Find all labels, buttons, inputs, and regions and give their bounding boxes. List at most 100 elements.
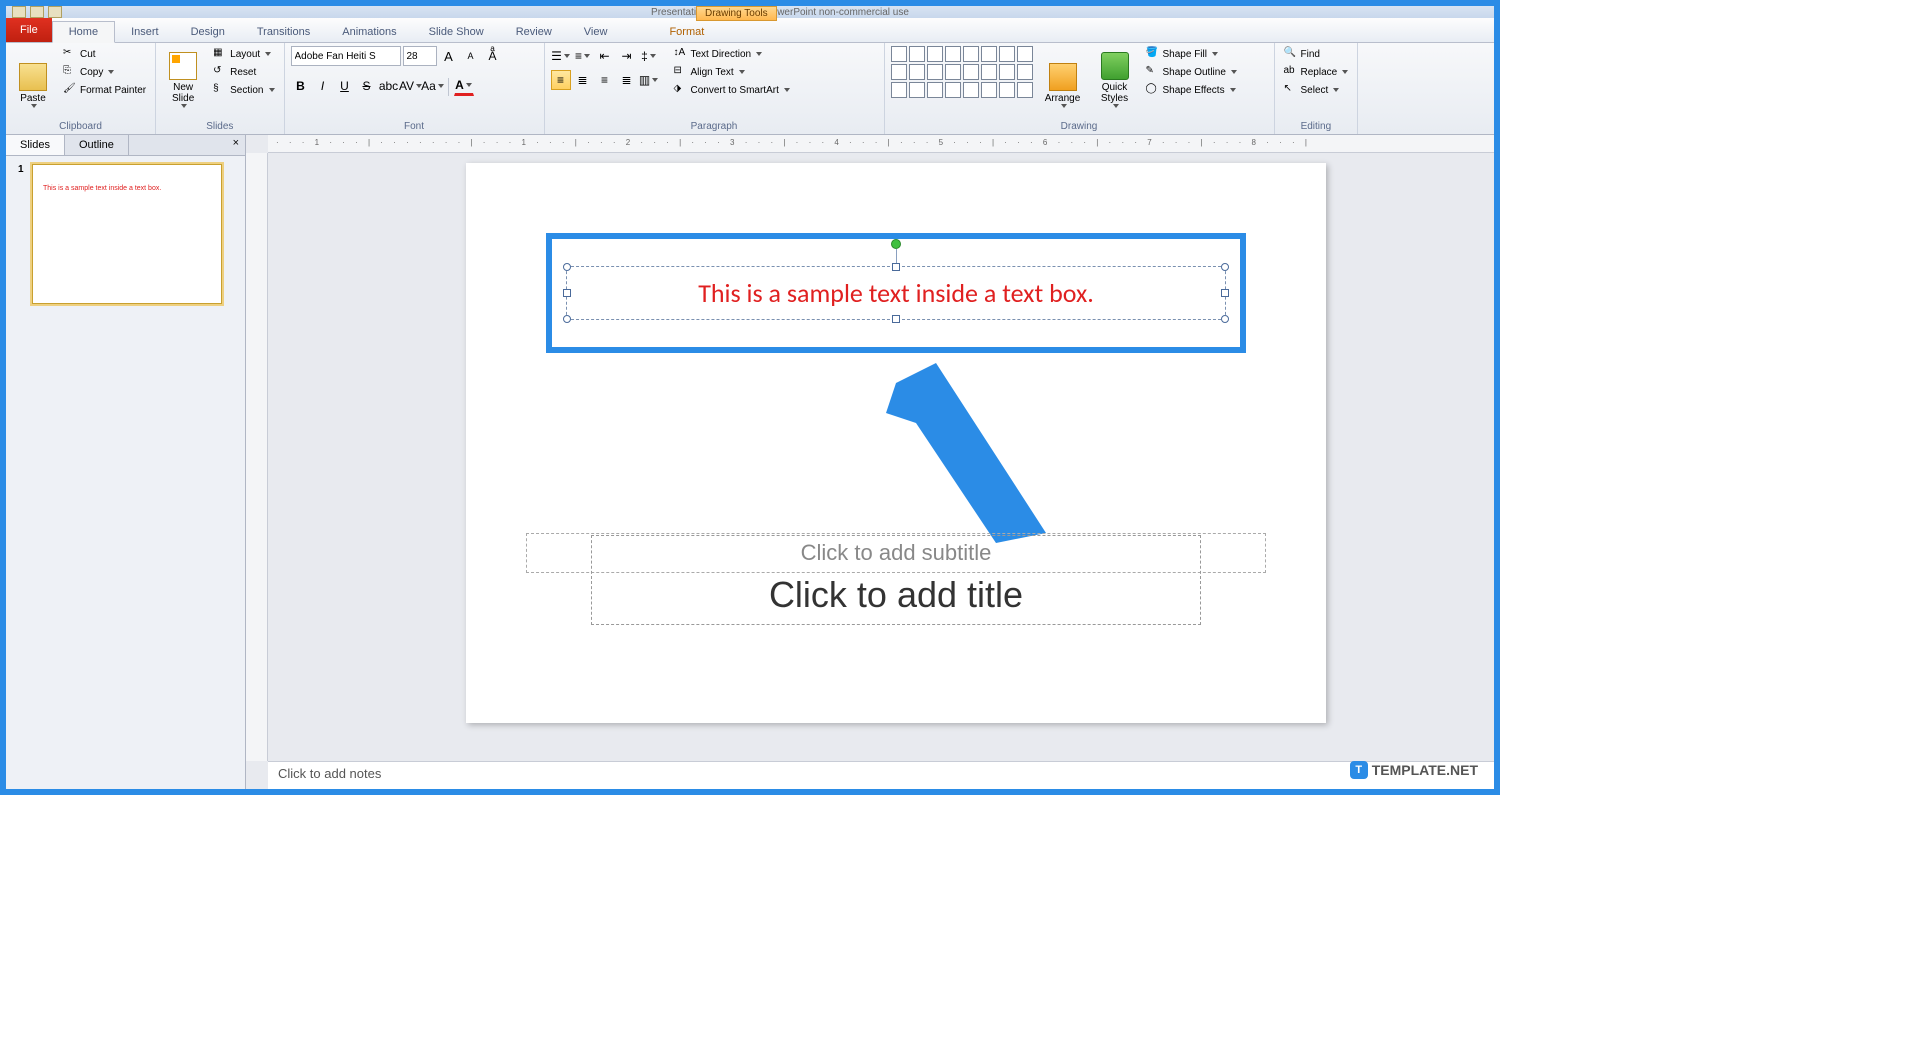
- char-spacing-button[interactable]: AV: [401, 76, 421, 96]
- tab-insert[interactable]: Insert: [115, 22, 175, 42]
- group-label: Drawing: [891, 119, 1268, 132]
- clear-formatting-button[interactable]: Aͣ: [483, 46, 503, 66]
- convert-smartart-button[interactable]: ⬗Convert to SmartArt: [671, 82, 793, 98]
- underline-button[interactable]: U: [335, 76, 355, 96]
- tab-format[interactable]: Format: [653, 22, 720, 42]
- group-font: A A Aͣ B I U S abc AV Aa A Font: [285, 43, 545, 134]
- effects-icon: ◯: [1146, 83, 1160, 97]
- context-tab-drawing-tools[interactable]: Drawing Tools: [696, 6, 777, 18]
- undo-icon[interactable]: [30, 6, 44, 18]
- ribbon-tabs: File Home Insert Design Transitions Anim…: [6, 18, 1494, 43]
- section-button[interactable]: §Section: [210, 82, 277, 98]
- group-label: Clipboard: [12, 119, 149, 132]
- vertical-ruler[interactable]: [246, 153, 268, 761]
- strikethrough-button[interactable]: S: [357, 76, 377, 96]
- columns-button[interactable]: ▥: [639, 70, 659, 90]
- tab-view[interactable]: View: [568, 22, 624, 42]
- thumb-text: This is a sample text inside a text box.: [43, 185, 211, 192]
- reset-button[interactable]: ↺Reset: [210, 64, 277, 80]
- paste-button[interactable]: Paste: [12, 46, 54, 110]
- arrange-icon: [1049, 63, 1077, 91]
- slide-thumbnail[interactable]: This is a sample text inside a text box.: [32, 164, 222, 304]
- increase-indent-button[interactable]: ⇥: [617, 46, 637, 66]
- align-left-button[interactable]: ≡: [551, 70, 571, 90]
- select-button[interactable]: ↖Select: [1281, 82, 1352, 98]
- font-name-select[interactable]: [291, 46, 401, 66]
- grow-font-button[interactable]: A: [439, 46, 459, 66]
- text-direction-icon: ↕A: [674, 47, 688, 61]
- group-drawing: Arrange Quick Styles 🪣Shape Fill ✎Shape …: [885, 43, 1275, 134]
- replace-icon: ab: [1284, 65, 1298, 79]
- align-right-button[interactable]: ≡: [595, 70, 615, 90]
- quick-styles-button[interactable]: Quick Styles: [1093, 46, 1137, 110]
- font-size-select[interactable]: [403, 46, 437, 66]
- find-icon: 🔍: [1284, 47, 1298, 61]
- new-slide-button[interactable]: New Slide: [162, 46, 204, 110]
- shape-effects-button[interactable]: ◯Shape Effects: [1143, 82, 1240, 98]
- tab-design[interactable]: Design: [175, 22, 241, 42]
- resize-handle-sw[interactable]: [563, 315, 571, 323]
- resize-handle-ne[interactable]: [1221, 263, 1229, 271]
- shrink-font-button[interactable]: A: [461, 46, 481, 66]
- slide-canvas[interactable]: This is a sample text inside a text box.…: [466, 163, 1326, 723]
- redo-icon[interactable]: [48, 6, 62, 18]
- horizontal-ruler[interactable]: · · · 1 · · · | · · · · · · · | · · · 1 …: [268, 135, 1494, 153]
- tab-animations[interactable]: Animations: [326, 22, 412, 42]
- justify-button[interactable]: ≣: [617, 70, 637, 90]
- shape-fill-button[interactable]: 🪣Shape Fill: [1143, 46, 1240, 62]
- tab-review[interactable]: Review: [500, 22, 568, 42]
- tab-file[interactable]: File: [6, 18, 52, 42]
- numbering-button[interactable]: ≡: [573, 46, 593, 66]
- watermark-text: TEMPLATE.NET: [1372, 762, 1478, 778]
- group-slides: New Slide ▦Layout ↺Reset §Section Slides: [156, 43, 284, 134]
- new-slide-icon: [169, 52, 197, 80]
- align-text-icon: ⊟: [674, 65, 688, 79]
- rotation-handle[interactable]: [891, 239, 901, 249]
- resize-handle-se[interactable]: [1221, 315, 1229, 323]
- change-case-button[interactable]: Aa: [423, 76, 443, 96]
- shapes-gallery[interactable]: [891, 46, 1033, 98]
- group-label: Editing: [1281, 119, 1352, 132]
- shadow-button[interactable]: abc: [379, 76, 399, 96]
- save-icon[interactable]: [12, 6, 26, 18]
- cut-button[interactable]: ✂Cut: [60, 46, 149, 62]
- textbox-content[interactable]: This is a sample text inside a text box.: [698, 277, 1094, 309]
- format-painter-button[interactable]: 🖌Format Painter: [60, 82, 149, 98]
- align-text-button[interactable]: ⊟Align Text: [671, 64, 793, 80]
- text-direction-button[interactable]: ↕AText Direction: [671, 46, 793, 62]
- resize-handle-w[interactable]: [563, 289, 571, 297]
- watermark: T TEMPLATE.NET: [1350, 761, 1478, 779]
- line-spacing-button[interactable]: ‡: [639, 46, 659, 66]
- tab-transitions[interactable]: Transitions: [241, 22, 326, 42]
- group-label: Slides: [162, 119, 277, 132]
- resize-handle-s[interactable]: [892, 315, 900, 323]
- font-color-button[interactable]: A: [454, 76, 474, 96]
- watermark-badge: T: [1350, 761, 1368, 779]
- copy-button[interactable]: ⎘Copy: [60, 64, 149, 80]
- replace-button[interactable]: abReplace: [1281, 64, 1352, 80]
- annotation-highlight-box: This is a sample text inside a text box.: [546, 233, 1246, 353]
- bullets-button[interactable]: ☰: [551, 46, 571, 66]
- resize-handle-e[interactable]: [1221, 289, 1229, 297]
- pane-tab-outline[interactable]: Outline: [65, 135, 129, 155]
- decrease-indent-button[interactable]: ⇤: [595, 46, 615, 66]
- scissors-icon: ✂: [63, 47, 77, 61]
- tab-home[interactable]: Home: [52, 21, 115, 43]
- find-button[interactable]: 🔍Find: [1281, 46, 1352, 62]
- selected-textbox[interactable]: This is a sample text inside a text box.: [566, 266, 1226, 320]
- italic-button[interactable]: I: [313, 76, 333, 96]
- tab-slideshow[interactable]: Slide Show: [413, 22, 500, 42]
- resize-handle-n[interactable]: [892, 263, 900, 271]
- layout-button[interactable]: ▦Layout: [210, 46, 277, 62]
- title-placeholder[interactable]: Click to add title: [591, 535, 1201, 625]
- pane-tab-slides[interactable]: Slides: [6, 135, 65, 155]
- bold-button[interactable]: B: [291, 76, 311, 96]
- arrange-button[interactable]: Arrange: [1039, 46, 1087, 110]
- smartart-icon: ⬗: [674, 83, 688, 97]
- pane-close-button[interactable]: ×: [227, 135, 245, 155]
- notes-pane[interactable]: Click to add notes: [268, 761, 1494, 789]
- resize-handle-nw[interactable]: [563, 263, 571, 271]
- group-label: Paragraph: [551, 119, 878, 132]
- align-center-button[interactable]: ≣: [573, 70, 593, 90]
- shape-outline-button[interactable]: ✎Shape Outline: [1143, 64, 1240, 80]
